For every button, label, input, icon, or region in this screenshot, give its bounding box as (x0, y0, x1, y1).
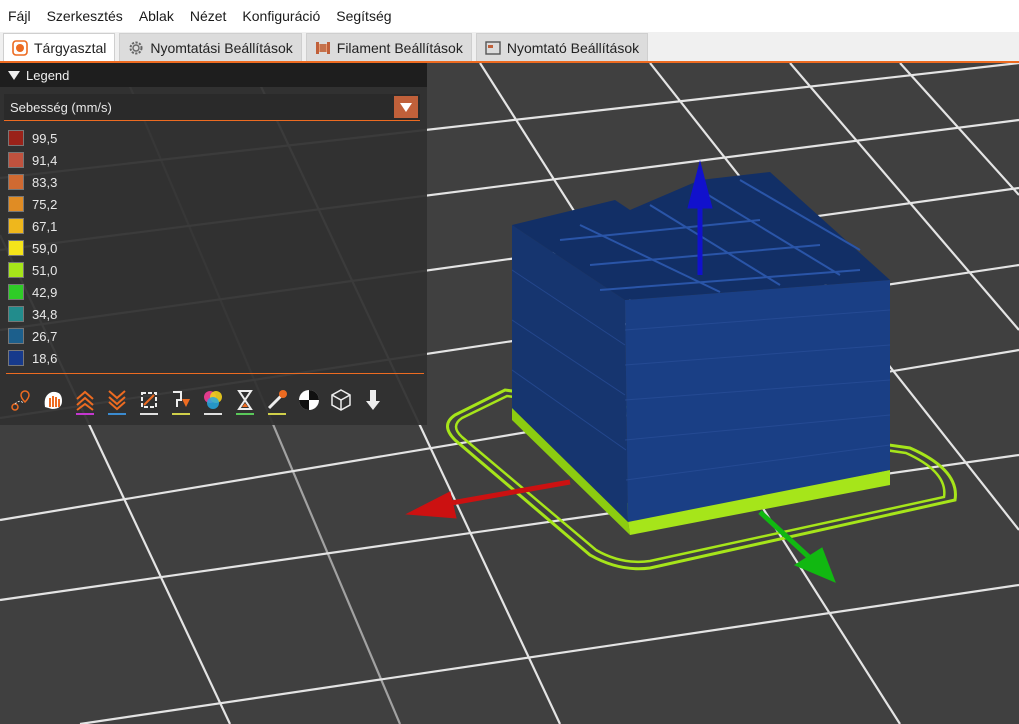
deretractions-icon[interactable] (102, 385, 132, 415)
tab-bar: Tárgyasztal Nyomtatási Beállítások Filam… (0, 32, 1019, 63)
pause-prints-icon[interactable] (230, 385, 260, 415)
custom-gcodes-icon[interactable] (262, 385, 292, 415)
legend-panel: Legend Sebesség (mm/s) 99,5 91,4 83,3 75,2 6… (0, 63, 427, 425)
legend-list: 99,5 91,4 83,3 75,2 67,1 59,0 51,0 42,9 34,8 26,7… (8, 127, 57, 369)
menu-edit[interactable]: Szerkesztés (39, 0, 131, 32)
legend-value: 59,0 (32, 240, 58, 256)
gear-icon (128, 40, 144, 56)
legend-header[interactable]: Legend (0, 63, 427, 87)
legend-title: Legend (26, 67, 70, 83)
legend-swatch (8, 284, 24, 300)
menu-configuration[interactable]: Konfiguráció (234, 0, 328, 32)
tab-label: Filament Beállítások (336, 39, 463, 56)
legend-value: 75,2 (32, 196, 58, 212)
legend-value: 91,4 (32, 152, 58, 168)
tab-plater[interactable]: Tárgyasztal (3, 33, 116, 61)
center-of-gravity-icon[interactable] (294, 385, 324, 415)
legend-divider (6, 373, 424, 374)
menu-file[interactable]: Fájl (0, 0, 39, 32)
custom-gcodes-underline (268, 413, 286, 415)
menu-window[interactable]: Ablak (131, 0, 182, 32)
color-changes-icon[interactable] (198, 385, 228, 415)
seams-underline (140, 413, 158, 415)
legend-value: 42,9 (32, 284, 58, 300)
legend-swatch (8, 174, 24, 190)
retractions-icon[interactable] (70, 385, 100, 415)
legend-value: 34,8 (32, 306, 58, 322)
legend-swatch (8, 152, 24, 168)
legend-item: 51,0 (8, 259, 57, 281)
deretractions-underline (108, 413, 126, 415)
menu-bar: Fájl Szerkesztés Ablak Nézet Konfiguráci… (0, 0, 1019, 32)
tab-label: Nyomtatási Beállítások (150, 39, 293, 56)
legend-value: 67,1 (32, 218, 58, 234)
legend-item: 83,3 (8, 171, 57, 193)
tab-label: Nyomtató Beállítások (506, 39, 640, 56)
retractions-underline (76, 413, 94, 415)
menu-view[interactable]: Nézet (182, 0, 235, 32)
color-changes-underline (204, 413, 222, 415)
tool-changes-icon[interactable] (166, 385, 196, 415)
legend-item: 34,8 (8, 303, 57, 325)
legend-value: 26,7 (32, 328, 58, 344)
legend-value: 99,5 (32, 130, 58, 146)
tab-label: Tárgyasztal (34, 39, 107, 56)
legend-toolbar (6, 385, 424, 415)
legend-item: 75,2 (8, 193, 57, 215)
legend-item: 99,5 (8, 127, 57, 149)
tab-printer-settings[interactable]: Nyomtató Beállítások (475, 33, 649, 61)
travel-icon[interactable] (6, 385, 36, 415)
tab-print-settings[interactable]: Nyomtatási Beállítások (119, 33, 302, 61)
legend-item: 67,1 (8, 215, 57, 237)
plater-icon (12, 39, 28, 56)
view-type-label: Sebesség (mm/s) (10, 99, 112, 115)
wipe-icon[interactable] (38, 385, 68, 415)
tab-filament-settings[interactable]: Filament Beállítások (305, 33, 472, 61)
legend-value: 83,3 (32, 174, 58, 190)
menu-help[interactable]: Segítség (328, 0, 399, 32)
legend-item: 91,4 (8, 149, 57, 171)
legend-swatch (8, 196, 24, 212)
legend-item: 42,9 (8, 281, 57, 303)
legend-swatch (8, 240, 24, 256)
tool-marker-icon[interactable] (358, 385, 388, 415)
legend-item: 59,0 (8, 237, 57, 259)
axis-x (405, 479, 571, 519)
legend-swatch (8, 218, 24, 234)
tool-changes-underline (172, 413, 190, 415)
view-type-select[interactable]: Sebesség (mm/s) (4, 94, 420, 121)
legend-swatch (8, 350, 24, 366)
pause-prints-underline (236, 413, 254, 415)
legend-item: 26,7 (8, 325, 57, 347)
legend-swatch (8, 262, 24, 278)
filament-spool-icon (315, 40, 331, 56)
seams-icon[interactable] (134, 385, 164, 415)
legend-value: 18,6 (32, 350, 58, 366)
legend-value: 51,0 (32, 262, 58, 278)
printer-icon (485, 40, 501, 56)
shells-icon[interactable] (326, 385, 356, 415)
chevron-down-icon[interactable] (394, 96, 418, 118)
legend-item: 18,6 (8, 347, 57, 369)
legend-swatch (8, 130, 24, 146)
legend-swatch (8, 328, 24, 344)
legend-swatch (8, 306, 24, 322)
collapse-triangle-icon (8, 70, 20, 80)
